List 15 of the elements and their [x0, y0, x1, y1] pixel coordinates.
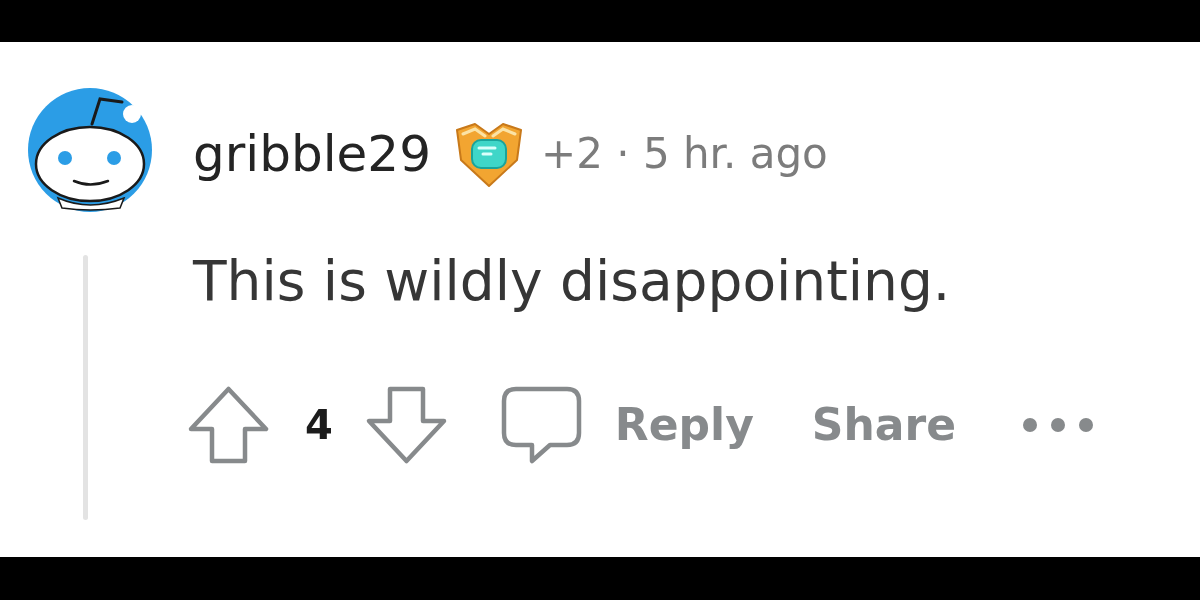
- share-button[interactable]: Share: [811, 403, 957, 447]
- shield-badge-icon: [454, 120, 523, 188]
- reply-button[interactable]: Reply: [499, 385, 754, 465]
- more-icon: [1022, 417, 1095, 433]
- up-arrow-icon: [187, 385, 270, 465]
- speech-bubble-icon: [499, 385, 583, 465]
- avatar-icon: [28, 88, 152, 212]
- more-options-button[interactable]: [1022, 417, 1095, 433]
- downvote-button[interactable]: [364, 385, 448, 465]
- upvote-button[interactable]: [187, 385, 270, 465]
- username[interactable]: gribble29: [193, 129, 431, 179]
- down-arrow-icon: [364, 385, 448, 465]
- vote-count: 4: [305, 405, 333, 445]
- comment-text: This is wildly disappointing.: [193, 248, 952, 314]
- comment-meta: +2 · 5 hr. ago: [540, 133, 828, 175]
